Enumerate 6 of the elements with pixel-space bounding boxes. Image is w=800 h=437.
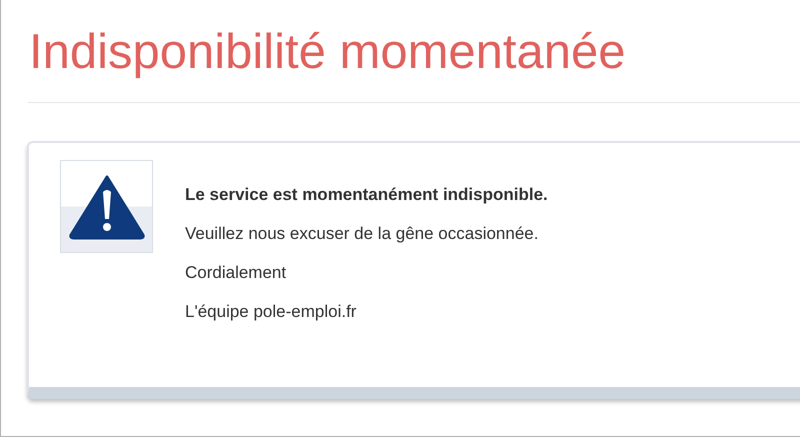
message-title: Le service est momentanément indisponible. xyxy=(185,184,548,206)
message-text: L'équipe pole-emploi.fr xyxy=(185,301,358,323)
warning-icon xyxy=(60,160,153,253)
page-title: Indisponibilité momentanée xyxy=(29,24,627,81)
message-text: Veuillez nous excuser de la gêne occasionnée. xyxy=(185,223,540,245)
message-text: Cordialement xyxy=(185,262,288,284)
